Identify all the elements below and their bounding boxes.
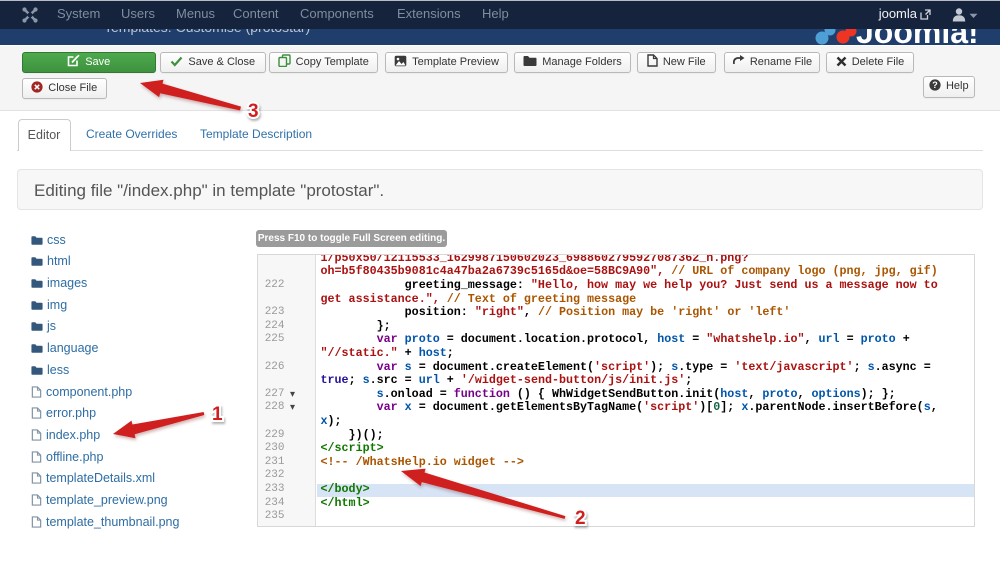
svg-text:?: ? <box>932 80 938 90</box>
svg-text:1: 1 <box>212 404 223 425</box>
